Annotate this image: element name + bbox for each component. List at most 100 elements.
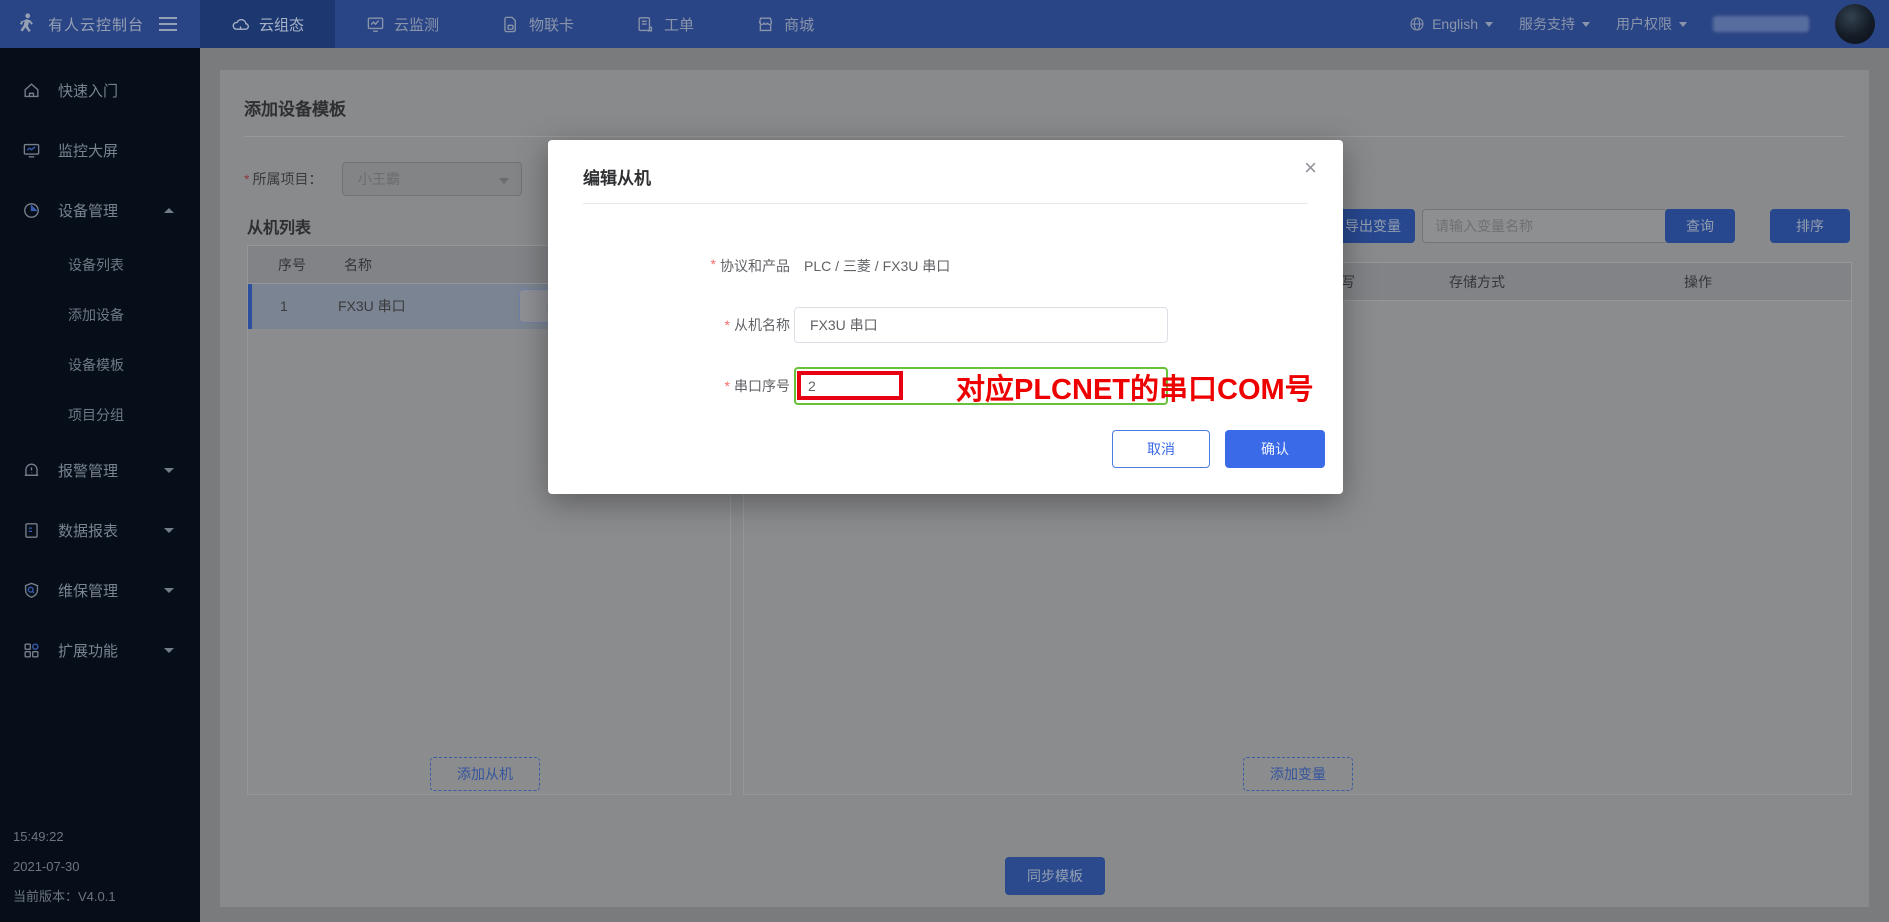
- chevron-down-icon: [164, 528, 174, 533]
- sidebar-item-quick-start[interactable]: 快速入门: [0, 60, 200, 120]
- sidebar-item-device-template[interactable]: 设备模板: [0, 340, 200, 390]
- column-header-name: 名称: [344, 246, 372, 284]
- slave-list-title: 从机列表: [247, 214, 311, 238]
- sidebar-item-label: 报警管理: [58, 460, 118, 481]
- version-label: 当前版本：V4.0.1: [13, 882, 116, 912]
- confirm-button[interactable]: 确认: [1225, 430, 1325, 468]
- tab-label: 云监测: [394, 14, 439, 35]
- tab-work-order[interactable]: 工单: [605, 0, 725, 48]
- sidebar-item-alarm-management[interactable]: 报警管理: [0, 440, 200, 500]
- language-label: English: [1432, 16, 1478, 32]
- sidebar-item-extended-functions[interactable]: 扩展功能: [0, 620, 200, 680]
- sidebar-item-device-management[interactable]: 设备管理: [0, 180, 200, 240]
- project-select-value: 小王霸: [358, 171, 400, 187]
- sidebar-item-label: 维保管理: [58, 580, 118, 601]
- cell-index: 1: [280, 284, 288, 329]
- language-dropdown[interactable]: English: [1409, 16, 1493, 32]
- sidebar-item-device-list[interactable]: 设备列表: [0, 240, 200, 290]
- brand: 有人云控制台: [0, 11, 200, 37]
- hamburger-menu-icon[interactable]: [159, 17, 177, 31]
- tab-label: 云组态: [259, 14, 304, 35]
- export-variables-button[interactable]: 导出变量: [1331, 209, 1415, 243]
- current-time: 15:49:22: [13, 822, 116, 852]
- serial-port-field-label: * 串口序号: [548, 367, 790, 405]
- chevron-down-icon: [1679, 22, 1687, 27]
- alarm-bell-icon: [22, 461, 41, 480]
- globe-icon: [1409, 16, 1425, 32]
- tab-mall[interactable]: 商城: [725, 0, 845, 48]
- query-button[interactable]: 查询: [1665, 209, 1735, 243]
- chevron-up-icon: [164, 208, 174, 213]
- topbar-right-cluster: English 服务支持 用户权限: [1409, 0, 1875, 48]
- project-select[interactable]: 小王霸: [342, 162, 522, 196]
- column-header-index: 序号: [278, 246, 306, 284]
- cell-name: FX3U 串口: [338, 284, 406, 329]
- tab-cloud-scada[interactable]: 云组态: [200, 0, 335, 48]
- tab-label: 商城: [784, 14, 814, 35]
- chevron-down-icon: [1485, 22, 1493, 27]
- chevron-down-icon: [164, 648, 174, 653]
- sidebar-item-label: 项目分组: [68, 405, 124, 425]
- chevron-down-icon: [164, 588, 174, 593]
- avatar[interactable]: [1835, 4, 1875, 44]
- slave-name-field-label: * 从机名称: [548, 307, 790, 343]
- username-blurred: [1713, 16, 1809, 32]
- monitor-chart-icon: [366, 15, 385, 34]
- big-screen-icon: [22, 141, 41, 160]
- work-order-icon: [636, 15, 655, 34]
- tab-label: 物联卡: [529, 14, 574, 35]
- sidebar-item-label: 添加设备: [68, 305, 124, 325]
- primary-nav-tabs: 云组态 云监测 物联卡 工单 商城: [200, 0, 845, 48]
- sidebar-footer: 15:49:22 2021-07-30 当前版本：V4.0.1: [13, 822, 116, 912]
- column-header-actions: 操作: [1684, 263, 1712, 301]
- tab-label: 工单: [664, 14, 694, 35]
- protocol-field-label: * 协议和产品: [548, 256, 790, 276]
- column-header-storage: 存储方式: [1449, 263, 1505, 301]
- close-icon[interactable]: ×: [1304, 157, 1317, 179]
- required-asterisk: *: [244, 171, 249, 187]
- sidebar-item-add-device[interactable]: 添加设备: [0, 290, 200, 340]
- sort-button[interactable]: 排序: [1770, 209, 1850, 243]
- sidebar-item-monitor-screen[interactable]: 监控大屏: [0, 120, 200, 180]
- required-asterisk: *: [725, 367, 730, 405]
- chevron-down-icon: [499, 178, 509, 184]
- shield-icon: [22, 581, 41, 600]
- sidebar: 快速入门 监控大屏 设备管理 设备列表 添加设备 设备模板 项目分组 报警管理 …: [0, 48, 200, 922]
- store-icon: [756, 15, 775, 34]
- sidebar-item-label: 快速入门: [58, 80, 118, 101]
- project-field-label: *所属项目：: [244, 162, 322, 196]
- sidebar-item-maintenance-management[interactable]: 维保管理: [0, 560, 200, 620]
- support-label: 服务支持: [1519, 14, 1575, 34]
- variable-search-input[interactable]: [1422, 209, 1672, 243]
- apps-grid-icon: [22, 641, 41, 660]
- add-variable-button[interactable]: 添加变量: [1243, 757, 1353, 791]
- column-header-readwrite: 写: [1341, 263, 1355, 301]
- sidebar-item-label: 设备管理: [58, 200, 118, 221]
- current-date: 2021-07-30: [13, 852, 116, 882]
- top-navigation-bar: 有人云控制台 云组态 云监测 物联卡 工单 商城 English: [0, 0, 1889, 48]
- required-asterisk: *: [711, 256, 716, 276]
- support-dropdown[interactable]: 服务支持: [1519, 14, 1590, 34]
- slave-name-input[interactable]: [794, 307, 1168, 343]
- sidebar-item-label: 数据报表: [58, 520, 118, 541]
- sync-template-button[interactable]: 同步模板: [1005, 857, 1105, 895]
- sidebar-item-label: 设备列表: [68, 255, 124, 275]
- chevron-down-icon: [164, 468, 174, 473]
- annotation-text: 对应PLCNET的串口COM号: [956, 366, 1314, 408]
- home-icon: [22, 81, 41, 100]
- sidebar-item-project-group[interactable]: 项目分组: [0, 390, 200, 440]
- tab-cloud-monitor[interactable]: 云监测: [335, 0, 470, 48]
- required-asterisk: *: [725, 307, 730, 343]
- cloud-icon: [231, 15, 250, 34]
- protocol-value: PLC / 三菱 / FX3U 串口: [804, 256, 950, 276]
- brand-title: 有人云控制台: [48, 14, 144, 35]
- permission-label: 用户权限: [1616, 14, 1672, 34]
- add-slave-button[interactable]: 添加从机: [430, 757, 540, 791]
- tab-iot-sim[interactable]: 物联卡: [470, 0, 605, 48]
- edit-slave-modal: 编辑从机 × * 协议和产品 PLC / 三菱 / FX3U 串口 * 从机名称…: [548, 140, 1343, 494]
- sidebar-item-data-report[interactable]: 数据报表: [0, 500, 200, 560]
- cancel-button[interactable]: 取消: [1112, 430, 1210, 468]
- permission-dropdown[interactable]: 用户权限: [1616, 14, 1687, 34]
- divider: [583, 203, 1308, 204]
- sim-card-icon: [501, 15, 520, 34]
